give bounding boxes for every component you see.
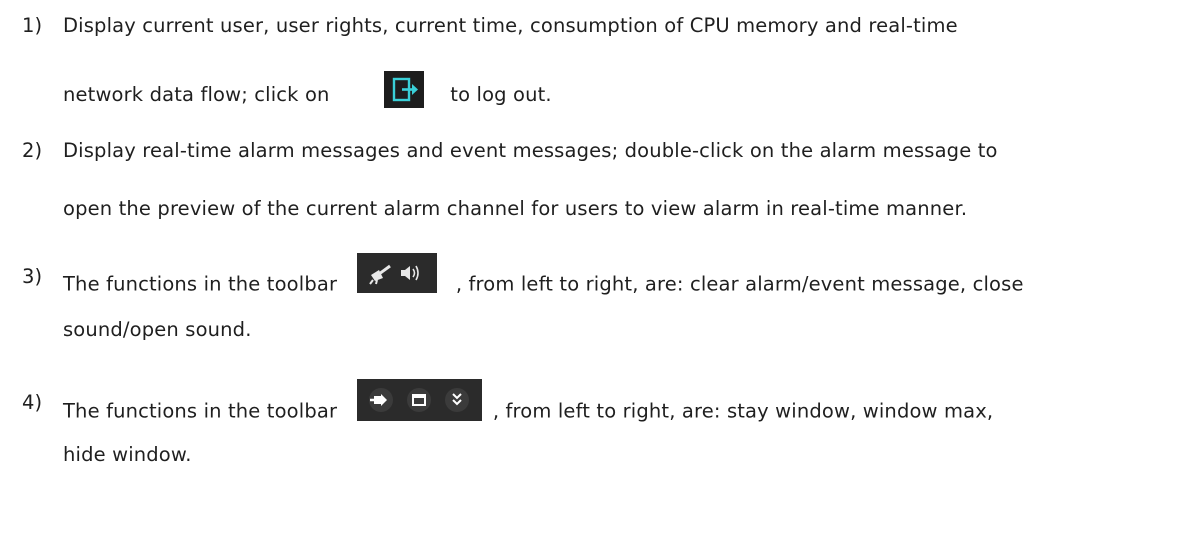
item-text-line: sound/open sound.	[63, 318, 252, 341]
item-text-line: Display real-time alarm messages and eve…	[63, 139, 998, 162]
item-number: 3)	[22, 265, 43, 288]
item-number: 4)	[22, 391, 43, 414]
speaker-icon	[401, 265, 420, 281]
item-text-line: network data flow; click on to log out.	[63, 71, 552, 114]
item-text: , from left to right, are: clear alarm/e…	[455, 272, 1024, 296]
item-number: 1)	[22, 14, 43, 37]
item-text: The functions in the toolbar	[63, 272, 338, 296]
item-text: to log out.	[450, 83, 552, 106]
pin-icon	[369, 388, 394, 412]
toolbar-window-icons	[357, 379, 483, 421]
item-text-line: open the preview of the current alarm ch…	[63, 197, 968, 220]
maximize-icon	[407, 388, 432, 412]
broom-icon	[369, 264, 392, 285]
item-text-line: The functions in the toolbar , from left…	[63, 379, 994, 433]
toolbar-sound-icons	[357, 253, 438, 293]
item-text: The functions in the toolbar	[63, 399, 338, 423]
item-text: network data flow; click on	[63, 83, 330, 106]
item-text-line: hide window.	[63, 443, 192, 466]
hide-chevron-icon	[445, 388, 470, 412]
item-text: , from left to right, are: stay window, …	[492, 399, 994, 423]
item-number: 2)	[22, 139, 43, 162]
logout-icon	[383, 71, 424, 108]
item-text-line: The functions in the toolbar , from left…	[63, 253, 1024, 305]
item-text-line: Display current user, user rights, curre…	[63, 14, 958, 37]
